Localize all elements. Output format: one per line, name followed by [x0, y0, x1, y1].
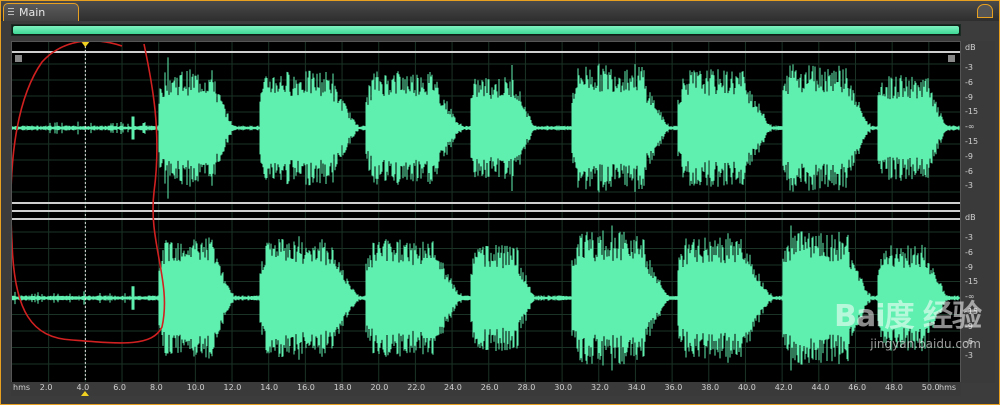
time-tick-label: 44.0 — [811, 383, 830, 392]
time-tick-label: 46.0 — [848, 383, 867, 392]
db-tick-label: -3 — [965, 233, 973, 242]
db-tick-label: -9 — [965, 262, 973, 272]
panel-menu-button[interactable] — [977, 4, 993, 18]
time-tick-label: 2.0 — [39, 383, 53, 392]
time-tick-label: 8.0 — [150, 383, 163, 392]
playhead-marker-top — [81, 42, 90, 47]
time-tick-label: 6.0 — [113, 383, 126, 392]
overview-visible-range[interactable] — [13, 26, 959, 34]
time-tick-label: 32.0 — [591, 383, 609, 392]
time-tick-label: 24.0 — [444, 383, 462, 392]
time-tick-label: 14.0 — [260, 383, 279, 392]
grip-icon[interactable] — [8, 8, 14, 17]
time-unit-left: hms — [13, 383, 31, 392]
channel-separator — [12, 202, 960, 204]
db-tick-label: -15 — [965, 277, 979, 287]
time-unit-right: hms — [939, 383, 957, 392]
db-tick-label: -15 — [965, 107, 979, 117]
time-tick-label: 40.0 — [738, 383, 756, 392]
time-tick-label: 50.0 — [921, 383, 940, 392]
time-tick-label: 42.0 — [774, 383, 793, 392]
fade-in-handle — [15, 55, 22, 62]
main-panel: Main dB -3 -6 -9 -15 -∞ -15 -9 -6 -3 dB -3 -6 -9 -15 -∞… — [0, 0, 1000, 405]
watermark: Bai度 经验 jingyan.baidu.com — [834, 291, 982, 351]
waveform-canvas[interactable] — [12, 42, 960, 382]
channel-top-border — [12, 51, 960, 53]
time-tick-label: 26.0 — [480, 383, 499, 392]
db-tick-label: -9 — [965, 92, 973, 102]
db-tick-label: -6 — [965, 166, 973, 176]
zoom-overview-bar[interactable] — [11, 24, 961, 36]
db-tick-label: -6 — [965, 247, 973, 257]
playhead-marker-bottom[interactable] — [80, 391, 89, 396]
time-ruler[interactable]: hms 2.0 4.0 6.0 8.0 10.0 12.0 14.0 16.0 18.0 20.0 2… — [11, 382, 961, 396]
panel-tab-bar: Main — [1, 1, 999, 21]
time-tick-label: 12.0 — [223, 383, 242, 392]
time-tick-label: 28.0 — [517, 383, 536, 392]
time-tick-label: 48.0 — [885, 383, 903, 392]
db-tick-label: -9 — [965, 151, 973, 161]
watermark-url: jingyan.baidu.com — [870, 337, 981, 351]
watermark-logo: Bai度 经验 — [834, 299, 982, 334]
channel-separator — [12, 210, 960, 212]
tab-main-label: Main — [19, 6, 46, 19]
db-tick-label: -3 — [965, 181, 973, 191]
time-tick-label: 34.0 — [627, 383, 646, 392]
db-tick-label: -∞ — [965, 122, 975, 132]
time-tick-label: 22.0 — [407, 383, 426, 392]
db-tick-label: -3 — [965, 63, 973, 72]
time-tick-label: 36.0 — [664, 383, 683, 392]
time-tick-label: 18.0 — [333, 383, 352, 392]
tab-main[interactable]: Main — [3, 3, 79, 21]
db-tick-label: -6 — [965, 77, 973, 87]
time-tick-label: 30.0 — [554, 383, 573, 392]
waveform-editor[interactable] — [11, 41, 961, 383]
db-unit-label-bottom: dB — [965, 213, 976, 222]
db-unit-label-top: dB — [965, 43, 976, 52]
time-tick-label: 10.0 — [186, 383, 205, 392]
time-tick-label: 38.0 — [701, 383, 720, 392]
time-tick-label: 16.0 — [297, 383, 315, 392]
fade-out-handle — [948, 55, 955, 62]
time-tick-label: 20.0 — [370, 383, 389, 392]
db-tick-label: -3 — [965, 351, 973, 361]
db-tick-label: -15 — [965, 137, 979, 146]
